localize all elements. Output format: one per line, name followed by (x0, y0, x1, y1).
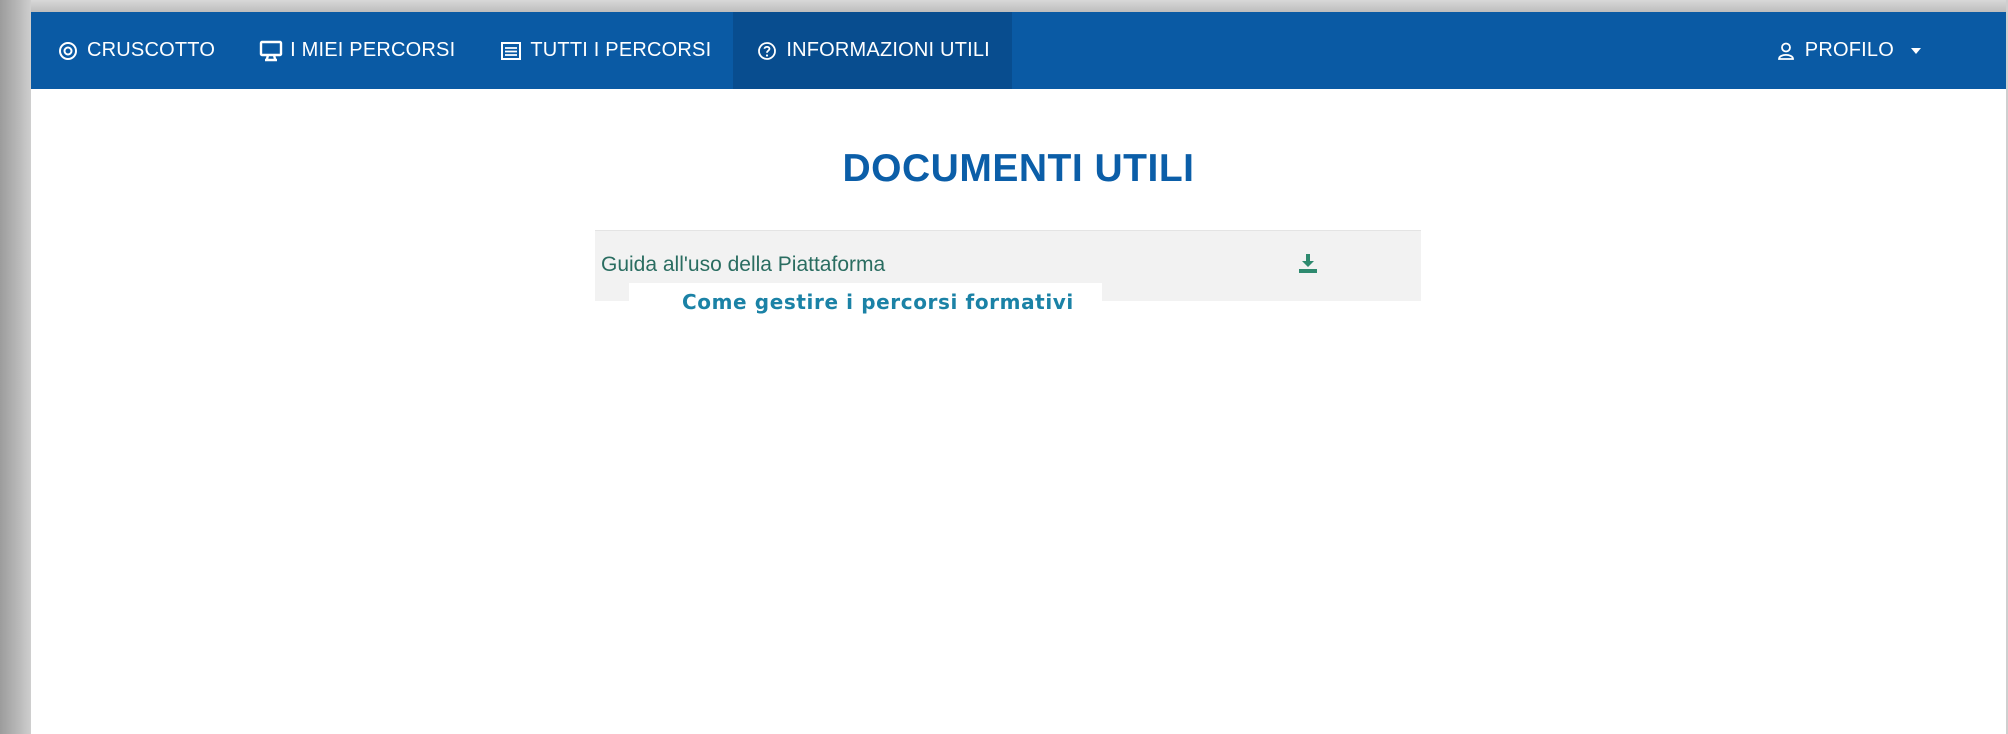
top-navbar: CRUSCOTTO I MIEI PERCORSI TUTTI I PERCOR… (31, 12, 2006, 89)
profile-label: PROFILO (1804, 39, 1894, 61)
chevron-down-icon (1911, 47, 1921, 54)
window-frame-left (0, 0, 31, 734)
list-icon (499, 39, 523, 63)
nav-item-cruscotto[interactable]: CRUSCOTTO (31, 12, 237, 89)
nav-item-label: TUTTI I PERCORSI (530, 39, 712, 61)
nav-item-label: INFORMAZIONI UTILI (786, 39, 990, 61)
nav-item-label: CRUSCOTTO (87, 39, 216, 61)
download-icon[interactable] (1295, 250, 1321, 276)
window-frame-top (0, 0, 2008, 12)
nav-item-i-miei-percorsi[interactable]: I MIEI PERCORSI (237, 12, 477, 89)
monitor-icon (259, 39, 283, 63)
app-window: CRUSCOTTO I MIEI PERCORSI TUTTI I PERCOR… (31, 12, 2006, 734)
nav-item-tutti-i-percorsi[interactable]: TUTTI I PERCORSI (477, 12, 733, 89)
page-title: DOCUMENTI UTILI (842, 147, 1195, 190)
dashboard-icon (56, 39, 80, 63)
help-circle-icon (755, 39, 779, 63)
document-link[interactable]: Guida all'uso della Piattaforma (601, 253, 885, 277)
user-icon (1774, 39, 1798, 63)
profile-menu[interactable]: PROFILO (1752, 12, 2006, 89)
callout-caption: Come gestire i percorsi formativi (629, 283, 1102, 321)
nav-item-label: I MIEI PERCORSI (290, 39, 456, 61)
nav-item-informazioni-utili[interactable]: INFORMAZIONI UTILI (733, 12, 1012, 89)
